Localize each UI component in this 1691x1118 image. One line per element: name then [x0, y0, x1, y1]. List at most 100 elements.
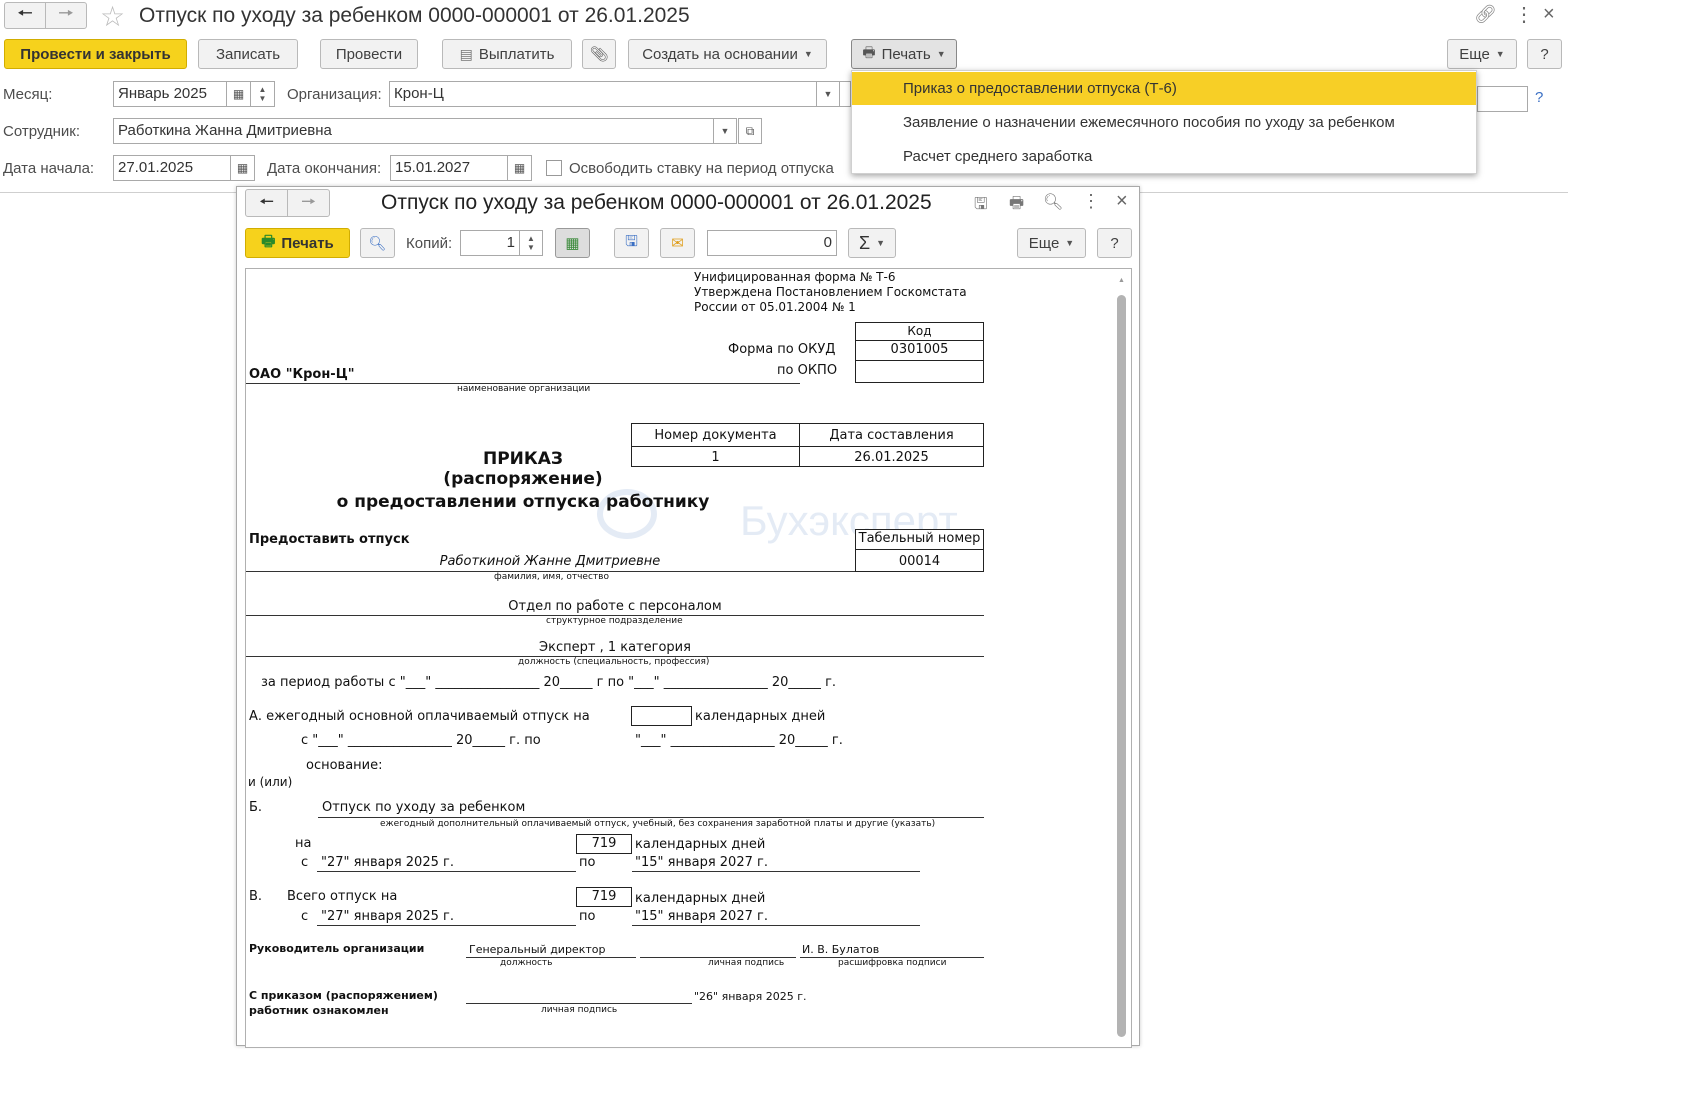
basis-label: основание:: [306, 758, 383, 773]
ack-line-1: С приказом (распоряжением): [249, 989, 438, 1002]
paperclip-icon: 📎︎: [589, 46, 609, 63]
edit-table-button[interactable]: ▦: [555, 228, 590, 258]
employee-open-button[interactable]: ⧉: [738, 118, 762, 144]
section-b-from-line: [317, 871, 576, 872]
start-calendar-button[interactable]: ▦: [230, 155, 255, 181]
employee-dropdown-button[interactable]: ▼: [713, 118, 737, 144]
docnum-header: Номер документа: [654, 428, 777, 443]
preview-icon[interactable]: 🔍︎: [1043, 192, 1063, 212]
doc-header-line-3: России от 05.01.2004 № 1: [694, 300, 856, 314]
print-button[interactable]: 🖶︎ Печать ▼: [851, 39, 957, 69]
printer-icon[interactable]: 🖶︎: [1009, 192, 1024, 219]
pay-button[interactable]: ▤ Выплатить: [442, 39, 572, 69]
scrollbar-up-arrow[interactable]: ▲: [1118, 277, 1125, 284]
favorite-star-icon[interactable]: ☆: [100, 0, 125, 33]
section-b-from-value: "27" января 2025 г.: [321, 855, 454, 870]
ack-signature-caption: личная подпись: [541, 1005, 618, 1015]
pay-doc-icon: ▤: [459, 45, 473, 62]
print-help-button[interactable]: ?: [1097, 228, 1132, 258]
save-to-file-button[interactable]: 🖫︎: [614, 228, 649, 258]
save-button[interactable]: Записать: [198, 39, 298, 69]
release-rate-checkbox[interactable]: [546, 160, 562, 176]
employee-input[interactable]: Работкина Жанна Дмитриевна: [113, 118, 714, 144]
print-close-button[interactable]: ×: [1116, 190, 1128, 213]
tabnum-value: 00014: [898, 554, 941, 569]
ack-line-2: работник ознакомлен: [249, 1004, 389, 1017]
post-and-close-button[interactable]: Провести и закрыть: [4, 39, 187, 69]
sum-input[interactable]: 0: [707, 230, 837, 256]
section-v-days-value: 719: [591, 889, 617, 904]
month-stepper[interactable]: ▲ ▼: [250, 81, 275, 107]
dropdown-caret-icon: ▼: [823, 89, 833, 99]
start-date-input[interactable]: 27.01.2025: [113, 155, 231, 181]
org-input[interactable]: Крон-Ц: [389, 81, 817, 107]
release-rate-label: Освободить ставку на период отпуска: [569, 160, 834, 177]
calendar-icon: ▦: [513, 161, 526, 175]
more-button[interactable]: Еще ▼: [1447, 39, 1517, 69]
end-calendar-button[interactable]: ▦: [507, 155, 532, 181]
copies-input[interactable]: 1: [460, 230, 520, 256]
end-date-label: Дата окончания:: [267, 160, 382, 177]
send-email-button[interactable]: ✉︎: [660, 228, 695, 258]
section-v-cal-days: календарных дней: [635, 891, 766, 906]
calendar-button[interactable]: ▦: [226, 81, 251, 107]
save-disk-icon[interactable]: 🖫︎: [974, 193, 988, 220]
menu-item-average-earnings[interactable]: Расчет среднего заработка: [852, 140, 1476, 173]
head-position: Генеральный директор: [469, 943, 606, 956]
create-based-on-button[interactable]: Создать на основании ▼: [628, 39, 827, 69]
dropdown-caret-icon: ▼: [803, 49, 813, 59]
arrow-right-icon: 🠖: [301, 191, 316, 211]
section-b-text: Отпуск по уходу за ребенком: [322, 800, 526, 815]
and-or-label: и (или): [248, 775, 293, 789]
section-v-from-label: с: [301, 909, 309, 924]
print-more-button[interactable]: Еще ▼: [1017, 228, 1086, 258]
back-button[interactable]: 🠔: [4, 2, 46, 29]
org-open-button[interactable]: [839, 81, 851, 107]
org-dropdown-button[interactable]: ▼: [816, 81, 840, 107]
open-icon: ⧉: [745, 123, 755, 138]
section-a-dates-from: с "___" ________________ 20_____ г. по: [301, 733, 541, 748]
head-name: И. В. Булатов: [802, 943, 880, 956]
stepper-down-icon: ▼: [258, 94, 267, 103]
printer-green-icon: 🖶︎: [261, 232, 276, 250]
envelope-icon: ✉︎: [671, 235, 684, 252]
dropdown-caret-icon: ▼: [1495, 49, 1505, 59]
stepper-up-icon: ▲: [527, 234, 535, 243]
employee-label: Сотрудник:: [3, 123, 81, 140]
copies-stepper[interactable]: ▲ ▼: [519, 230, 543, 256]
hidden-field[interactable]: [1477, 86, 1528, 112]
scrollbar-thumb[interactable]: [1117, 295, 1126, 1037]
fio-caption: фамилия, имя, отчество: [494, 572, 609, 582]
attach-button[interactable]: 📎︎: [582, 39, 616, 69]
menu-item-allowance-application[interactable]: Заявление о назначении ежемесячного посо…: [852, 106, 1476, 139]
doc-header-line-2: Утверждена Постановлением Госкомстата: [694, 285, 967, 299]
dropdown-caret-icon: ▼: [720, 126, 730, 136]
dropdown-caret-icon: ▼: [936, 49, 946, 59]
print-preview-button[interactable]: 🔍︎: [360, 228, 395, 258]
print-back-button[interactable]: 🠔: [245, 189, 288, 217]
more-vertical-icon[interactable]: ⋮: [1514, 2, 1534, 27]
print-menu: Приказ о предоставлении отпуска (Т-6) За…: [851, 70, 1477, 174]
print-forward-button[interactable]: 🠖: [287, 189, 330, 217]
org-caption: наименование организации: [457, 384, 591, 394]
section-v-text: Всего отпуск на: [287, 889, 398, 904]
menu-item-t6-order[interactable]: Приказ о предоставлении отпуска (Т-6): [852, 72, 1476, 105]
section-a-days-cell: [631, 706, 692, 726]
calendar-icon: ▦: [236, 161, 249, 175]
print-now-button[interactable]: 🖶︎ Печать: [245, 228, 350, 258]
close-icon[interactable]: ×: [1543, 3, 1555, 26]
date-value: 26.01.2025: [854, 450, 929, 465]
forward-button[interactable]: 🠖: [45, 2, 87, 29]
sum-button[interactable]: Σ ▼: [848, 228, 896, 258]
link-icon[interactable]: 🔗︎: [1474, 4, 1497, 25]
help-button[interactable]: ?: [1527, 39, 1562, 69]
end-date-input[interactable]: 15.01.2027: [390, 155, 508, 181]
caption-position: должность: [500, 958, 553, 968]
post-button[interactable]: Провести: [320, 39, 418, 69]
head-label: Руководитель организации: [249, 942, 425, 955]
more-vertical-icon[interactable]: ⋮: [1082, 191, 1100, 212]
field-help-button[interactable]: ?: [1535, 89, 1543, 106]
month-input[interactable]: Январь 2025: [113, 81, 227, 107]
ack-signature-line: [466, 1003, 692, 1004]
okpo-label: по ОКПО: [777, 363, 838, 378]
